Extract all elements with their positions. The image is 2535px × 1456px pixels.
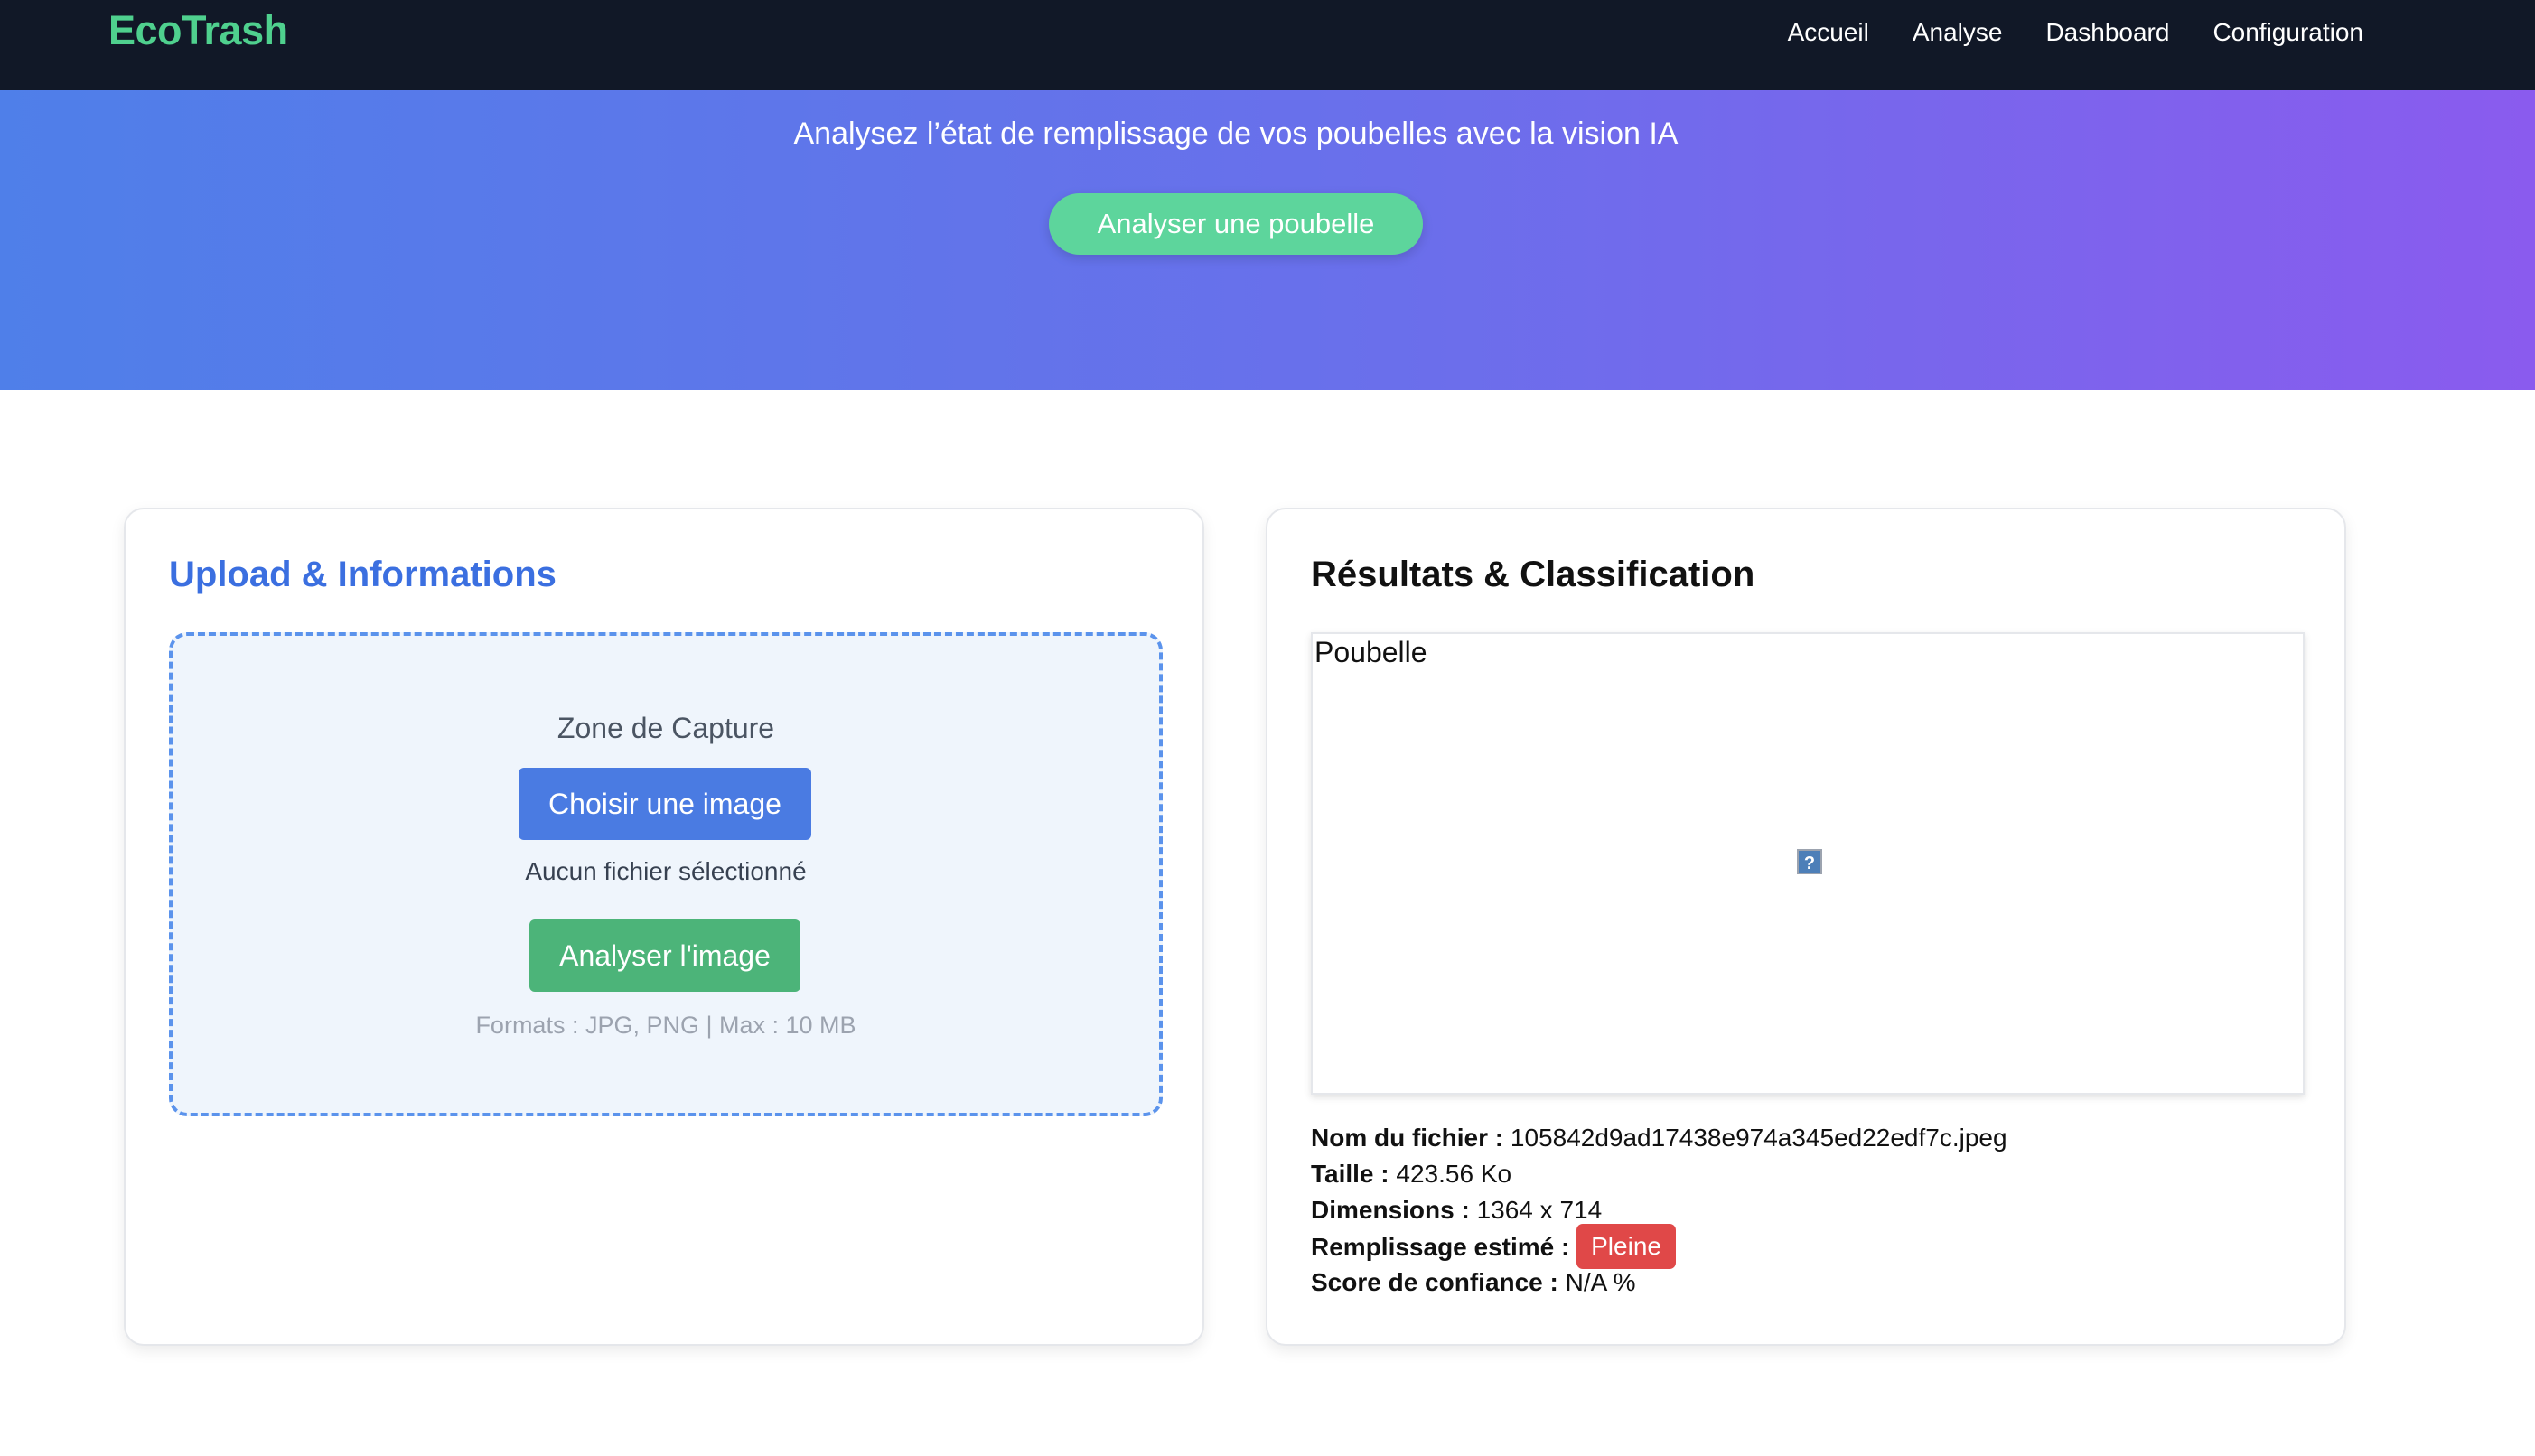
confidence-value: N/A % xyxy=(1565,1268,1636,1296)
nav-links: Accueil Analyse Dashboard Configuration xyxy=(1788,18,2363,47)
dimensions-label: Dimensions : xyxy=(1311,1196,1470,1224)
result-info-list: Nom du fichier : 105842d9ad17438e974a345… xyxy=(1311,1120,2007,1301)
fill-level-row: Remplissage estimé : Pleine xyxy=(1311,1224,2007,1269)
nav-link-analyse[interactable]: Analyse xyxy=(1913,18,2003,47)
capture-drop-zone[interactable]: Zone de Capture Choisir une image Aucun … xyxy=(169,632,1163,1116)
filename-label: Nom du fichier : xyxy=(1311,1124,1504,1152)
capture-zone-label: Zone de Capture xyxy=(557,712,775,744)
fill-level-badge: Pleine xyxy=(1576,1224,1676,1269)
nav-link-configuration[interactable]: Configuration xyxy=(2212,18,2363,47)
hero-subtitle: Analysez l’état de remplissage de vos po… xyxy=(793,117,1679,151)
image-alt-text: Poubelle xyxy=(1314,636,1427,668)
results-card-title: Résultats & Classification xyxy=(1311,555,1755,594)
confidence-label: Score de confiance : xyxy=(1311,1268,1558,1296)
size-value: 423.56 Ko xyxy=(1396,1160,1512,1188)
dimensions-value: 1364 x 714 xyxy=(1476,1196,1603,1224)
confidence-row: Score de confiance : N/A % xyxy=(1311,1265,2007,1301)
analyze-image-button[interactable]: Analyser l'image xyxy=(529,919,800,992)
fill-level-label: Remplissage estimé : xyxy=(1311,1232,1570,1261)
upload-card-title: Upload & Informations xyxy=(169,555,557,594)
analyze-trash-cta-button[interactable]: Analyser une poubelle xyxy=(1049,193,1423,255)
hero-banner: Analysez l’état de remplissage de vos po… xyxy=(0,90,2535,390)
brand-logo[interactable]: EcoTrash xyxy=(108,7,288,54)
choose-image-button[interactable]: Choisir une image xyxy=(519,768,811,840)
size-row: Taille : 423.56 Ko xyxy=(1311,1156,2007,1192)
size-label: Taille : xyxy=(1311,1160,1389,1188)
result-image-preview: Poubelle ? xyxy=(1311,632,2305,1095)
broken-image-icon: ? xyxy=(1797,849,1822,874)
nav-link-accueil[interactable]: Accueil xyxy=(1788,18,1869,47)
filename-row: Nom du fichier : 105842d9ad17438e974a345… xyxy=(1311,1120,2007,1156)
results-card: Résultats & Classification Poubelle ? No… xyxy=(1266,508,2346,1346)
navbar: EcoTrash Accueil Analyse Dashboard Confi… xyxy=(0,0,2535,90)
upload-card: Upload & Informations Zone de Capture Ch… xyxy=(124,508,1204,1346)
dimensions-row: Dimensions : 1364 x 714 xyxy=(1311,1192,2007,1228)
accepted-formats-hint: Formats : JPG, PNG | Max : 10 MB xyxy=(475,1012,856,1039)
selected-file-status: Aucun fichier sélectionné xyxy=(525,857,807,885)
filename-value: 105842d9ad17438e974a345ed22edf7c.jpeg xyxy=(1510,1124,2007,1152)
nav-link-dashboard[interactable]: Dashboard xyxy=(2045,18,2169,47)
